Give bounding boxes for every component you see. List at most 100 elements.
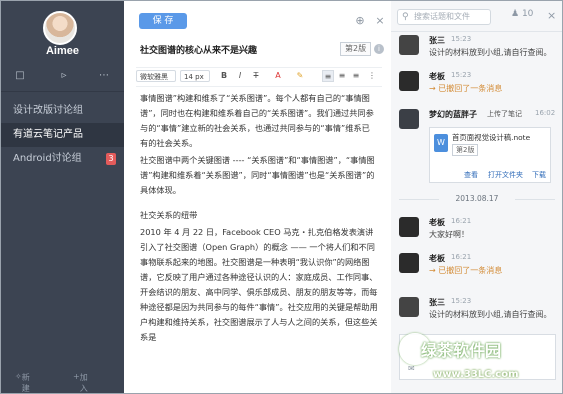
members-button[interactable]: ♟ 10 <box>511 9 533 19</box>
align-right-button[interactable]: ≡ <box>350 70 362 82</box>
avatar[interactable] <box>399 297 419 317</box>
join-group-label: 加入群 <box>79 373 88 393</box>
sender-name: 张三 <box>429 298 445 307</box>
message-text: 设计的材料放到小组,请自行查阅。 <box>429 48 552 57</box>
separator-line <box>515 199 555 200</box>
note-content[interactable]: 事情图谱”构建和维系了“关系图谱”。每个人都有自己的“事情图谱”，同时也在构建和… <box>140 91 378 393</box>
username: Aimee <box>45 45 80 57</box>
file-version: 第2版 <box>452 144 479 156</box>
chat-message: 梦幻的蓝胖子 上传了笔记 16:02 W 首页面视觉设计稿.note 第2版 查… <box>399 109 559 185</box>
notification-icon[interactable]: ▹ <box>55 67 73 85</box>
paragraph: 2010 年 4 月 22 日，Facebook CEO 马克・扎克伯格发表演讲… <box>140 227 378 342</box>
download-link[interactable]: 下载 <box>532 170 546 180</box>
separator-line <box>399 199 439 200</box>
open-folder-link[interactable]: 打开文件夹 <box>488 170 523 180</box>
chat-panel: ⚲ 搜索话题和文件 ♟ 10 × 张三 15:23 设计的材料放到小组,请自行查… <box>391 1 562 393</box>
bold-button[interactable]: B <box>218 70 230 82</box>
sidebar-item-label: Android讨论组 <box>13 153 82 164</box>
paragraph: 社交图谱中两个关键图谱 ---- “关系图谱”和“事情图谱”，“事情图谱”构建和… <box>140 155 375 195</box>
timestamp: 16:21 <box>451 253 472 261</box>
chat-message: 老板 16:21 大家好啊！ <box>399 217 559 243</box>
message-text: 大家好啊！ <box>429 230 469 239</box>
recalled-message: → 已撤回了一条消息 <box>429 266 503 275</box>
sender-name: 梦幻的蓝胖子 <box>429 110 477 119</box>
paragraph: 社交关系的纽带 <box>140 210 198 220</box>
join-group-button[interactable]: + 加入群 <box>73 372 88 393</box>
message-icon[interactable]: □ <box>11 67 29 85</box>
message-input[interactable]: ✉ <box>399 334 556 380</box>
avatar[interactable] <box>399 71 419 91</box>
note-editor: 保 存 ⊕ × 社交图谱的核心从来不是兴趣 第2版 i 微软雅黑 14 px B… <box>124 1 392 393</box>
chat-message: 张三 15:23 设计的材料放到小组,请自行查阅。 <box>399 35 559 61</box>
close-icon[interactable]: × <box>375 15 385 26</box>
list-button[interactable]: ⋮ <box>366 70 378 82</box>
recalled-text: 已撤回了一条消息 <box>438 84 503 93</box>
view-link[interactable]: 查看 <box>464 170 478 180</box>
sender-name: 老板 <box>429 72 445 81</box>
font-family-select[interactable]: 微软雅黑 <box>136 70 176 82</box>
info-icon[interactable]: i <box>374 44 384 54</box>
avatar[interactable] <box>43 11 77 45</box>
avatar[interactable] <box>399 35 419 55</box>
sidebar-divider <box>1 91 124 92</box>
search-placeholder: 搜索话题和文件 <box>414 12 470 21</box>
recalled-message: → 已撤回了一条消息 <box>429 84 503 93</box>
file-name: 首页面视觉设计稿.note <box>452 133 531 142</box>
more-icon[interactable]: ⋯ <box>95 67 113 85</box>
sidebar-item-youdao-note[interactable]: 有道云笔记产品 <box>1 123 124 147</box>
new-group-label: 新建群 <box>21 373 30 393</box>
format-toolbar: 微软雅黑 14 px B I T A ✎ ≡ ≡ ≡ ⋮ <box>136 67 382 87</box>
timestamp: 16:21 <box>451 217 472 225</box>
sender-name: 老板 <box>429 254 445 263</box>
member-count: 10 <box>521 9 534 19</box>
search-input[interactable]: ⚲ 搜索话题和文件 <box>397 9 491 25</box>
note-title[interactable]: 社交图谱的核心从来不是兴趣 <box>140 43 257 56</box>
font-size-value: 14 px <box>184 73 204 81</box>
unread-badge: 3 <box>106 153 116 165</box>
sender-name: 张三 <box>429 36 445 45</box>
search-icon: ⚲ <box>402 12 409 22</box>
strikethrough-button[interactable]: T <box>250 70 262 82</box>
sidebar-icon-bar: □ ▹ ⋯ <box>1 67 124 85</box>
file-card[interactable]: W 首页面视觉设计稿.note 第2版 查看 打开文件夹 下载 <box>429 127 551 183</box>
highlight-button[interactable]: ✎ <box>294 70 306 82</box>
timestamp: 16:02 <box>535 109 556 117</box>
timestamp: 15:23 <box>451 71 472 79</box>
paragraph: 事情图谱”构建和维系了“关系图谱”。每个人都有自己的“事情图谱”，同时也在构建和… <box>140 93 374 148</box>
timestamp: 15:23 <box>451 297 472 305</box>
action-text: 上传了笔记 <box>487 110 522 118</box>
close-icon[interactable]: × <box>547 9 556 22</box>
chat-message: 老板 15:23 → 已撤回了一条消息 <box>399 71 559 97</box>
font-family-value: 微软雅黑 <box>140 73 168 81</box>
font-color-button[interactable]: A <box>272 70 284 82</box>
version-tag[interactable]: 第2版 <box>340 42 372 56</box>
sidebar-item-design-group[interactable]: 设计改版讨论组 <box>1 99 124 123</box>
note-file-icon: W <box>434 134 448 152</box>
app-window: Aimee □ ▹ ⋯ 设计改版讨论组 有道云笔记产品 Android讨论组 3… <box>0 0 563 394</box>
avatar[interactable] <box>399 109 419 129</box>
date-text: 2013.08.17 <box>455 194 499 203</box>
chat-message: 老板 16:21 → 已撤回了一条消息 <box>399 253 559 279</box>
message-text: 设计的材料放到小组,请自行查阅。 <box>429 310 552 319</box>
font-size-select[interactable]: 14 px <box>180 70 210 82</box>
align-center-button[interactable]: ≡ <box>336 70 348 82</box>
sync-icon[interactable]: ⊕ <box>355 15 365 26</box>
save-button[interactable]: 保 存 <box>139 13 187 29</box>
sidebar: Aimee □ ▹ ⋯ 设计改版讨论组 有道云笔记产品 Android讨论组 3… <box>1 1 124 393</box>
sidebar-item-label: 有道云笔记产品 <box>13 129 83 140</box>
attach-icon[interactable]: ✉ <box>408 364 415 373</box>
sidebar-item-label: 设计改版讨论组 <box>13 105 83 116</box>
sidebar-item-android-group[interactable]: Android讨论组 3 <box>1 147 124 171</box>
timestamp: 15:23 <box>451 35 472 43</box>
italic-button[interactable]: I <box>234 70 246 82</box>
align-left-button[interactable]: ≡ <box>322 70 334 82</box>
file-actions: 查看 打开文件夹 下载 <box>434 170 548 180</box>
chat-message: 张三 15:23 设计的材料放到小组,请自行查阅。 <box>399 297 559 323</box>
new-group-button[interactable]: ✧ 新建群 <box>15 372 30 393</box>
recalled-text: 已撤回了一条消息 <box>438 266 503 275</box>
panel-divider <box>391 31 562 32</box>
avatar[interactable] <box>399 253 419 273</box>
avatar[interactable] <box>399 217 419 237</box>
sidebar-bottom-bar: ✧ 新建群 + 加入群 <box>1 372 124 393</box>
